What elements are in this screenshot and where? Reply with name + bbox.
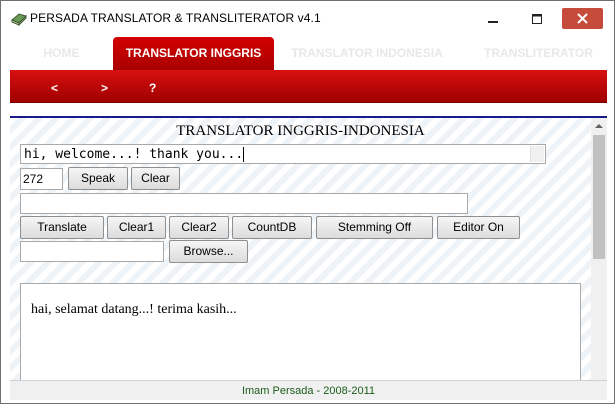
translator-panel: TRANSLATOR INGGRIS-INDONESIA hi, welcome…	[10, 118, 591, 380]
clear2-button[interactable]: Clear2	[169, 216, 229, 239]
file-path-input[interactable]	[20, 241, 164, 262]
close-button[interactable]	[562, 8, 603, 29]
page-title: TRANSLATOR INGGRIS-INDONESIA	[176, 123, 425, 139]
translation-text: hai, selamat datang...! terima kasih...	[31, 302, 237, 317]
editor-toggle-button[interactable]: Editor On	[437, 216, 520, 239]
countdb-button[interactable]: CountDB	[232, 216, 312, 239]
nav-forward-link[interactable]: >	[101, 70, 108, 103]
minimize-icon	[488, 21, 498, 23]
maximize-icon	[532, 14, 542, 24]
stemming-toggle-button[interactable]: Stemming Off	[316, 216, 433, 239]
source-text-value: hi, welcome...! thank you...	[24, 147, 244, 162]
app-book-icon	[11, 13, 27, 26]
tab-home[interactable]: HOME	[10, 37, 113, 70]
title-bar[interactable]: PERSADA TRANSLATOR & TRANSLITERATOR v4.1	[1, 1, 614, 37]
char-count-field[interactable]: 272	[20, 168, 63, 190]
tab-transliterator[interactable]: TRANSLITERATOR	[470, 37, 607, 70]
tab-translator-indonesia[interactable]: TRANSLATOR INDONESIA	[284, 37, 450, 70]
minimize-button[interactable]	[478, 7, 508, 31]
footer: Imam Persada - 2008-2011	[10, 380, 607, 400]
translation-output[interactable]: hai, selamat datang...! terima kasih...	[20, 283, 581, 380]
tab-translator-inggris[interactable]: TRANSLATOR INGGRIS	[113, 37, 274, 70]
translate-button[interactable]: Translate	[20, 216, 104, 239]
nav-back-link[interactable]: <	[51, 70, 58, 103]
vertical-scrollbar[interactable]	[591, 118, 607, 380]
char-count-value: 272	[23, 172, 44, 186]
scroll-up-icon[interactable]	[595, 124, 603, 128]
footer-credit: Imam Persada - 2008-2011	[241, 385, 376, 397]
browse-button[interactable]: Browse...	[169, 240, 248, 263]
app-window: PERSADA TRANSLATOR & TRANSLITERATOR v4.1…	[0, 0, 615, 404]
window-title: PERSADA TRANSLATOR & TRANSLITERATOR v4.1	[30, 11, 321, 25]
clear1-button[interactable]: Clear1	[107, 216, 166, 239]
top-tabs: HOME TRANSLATOR INGGRIS TRANSLATOR INDON…	[10, 37, 607, 70]
clear-button[interactable]: Clear	[131, 167, 180, 190]
nav-bar: < > ?	[10, 70, 607, 103]
speak-button[interactable]: Speak	[68, 167, 128, 190]
scroll-thumb[interactable]	[593, 135, 605, 259]
source-scrollbar[interactable]	[530, 146, 544, 162]
nav-help-link[interactable]: ?	[149, 70, 156, 103]
maximize-button[interactable]	[522, 7, 552, 31]
secondary-input[interactable]	[20, 193, 468, 214]
text-caret	[243, 147, 245, 162]
source-text-input[interactable]: hi, welcome...! thank you...	[20, 144, 546, 164]
close-icon	[577, 13, 588, 24]
